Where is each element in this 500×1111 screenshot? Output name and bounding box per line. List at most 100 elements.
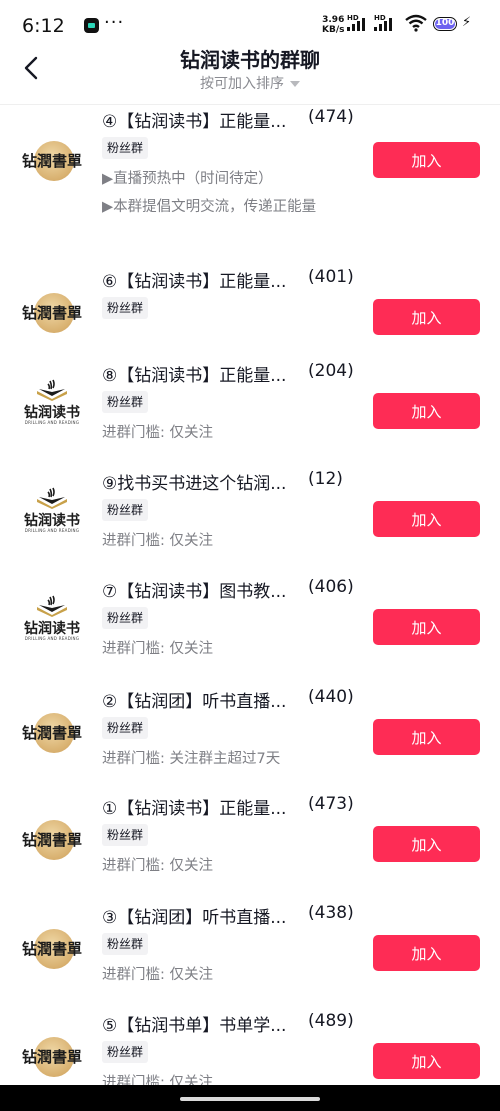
sort-label: 按可加入排序 xyxy=(200,76,284,92)
home-indicator[interactable] xyxy=(180,1097,320,1101)
group-item[interactable]: 钻潤書單 ⑥【钻润读书】正能量... (401) 粉丝群 加入 xyxy=(0,257,500,365)
group-item[interactable]: 钻润读书 DRILLING AND READING ⑦【钻润读书】图书教... (40… xyxy=(0,567,500,675)
fan-group-badge: 粉丝群 xyxy=(102,499,149,521)
join-button[interactable]: 加入 xyxy=(373,826,480,862)
group-title: ①【钻润读书】正能量... (473) xyxy=(102,794,354,819)
avatar-logo-text: 钻潤書單 xyxy=(21,152,82,170)
group-title: ③【钻润团】听书直播... (438) xyxy=(102,903,354,928)
group-name: ③【钻润团】听书直播... xyxy=(102,908,287,928)
group-avatar: 钻潤書單 xyxy=(16,818,88,862)
avatar-logo-subtext: DRILLING AND READING xyxy=(24,528,80,533)
signal-icon-2 xyxy=(374,18,392,31)
network-speed-value: 3.96 xyxy=(322,15,345,25)
join-button[interactable]: 加入 xyxy=(373,1043,480,1079)
avatar-logo-text: 钻潤書單 xyxy=(21,940,82,958)
group-name: ④【钻润读书】正能量... xyxy=(102,112,287,132)
join-button[interactable]: 加入 xyxy=(373,142,480,178)
group-avatar: 钻潤書單 xyxy=(16,927,88,971)
fan-group-badge: 粉丝群 xyxy=(102,137,149,159)
group-name: ⑥【钻润读书】正能量... xyxy=(102,272,287,292)
member-count: (474) xyxy=(308,107,354,127)
fan-group-badge: 粉丝群 xyxy=(102,297,149,319)
member-count: (489) xyxy=(308,1011,354,1031)
group-description: 进群门槛: 仅关注 xyxy=(102,967,213,983)
group-avatar: 钻潤書單 xyxy=(16,139,88,183)
group-avatar: 钻润读书 DRILLING AND READING xyxy=(16,595,88,641)
network-speed-unit: KB/s xyxy=(322,25,345,35)
fan-group-badge: 粉丝群 xyxy=(102,391,149,413)
member-count: (401) xyxy=(308,267,354,287)
group-description: 进群门槛: 仅关注 xyxy=(102,533,213,549)
group-name: ⑦【钻润读书】图书教... xyxy=(102,582,287,602)
member-count: (406) xyxy=(308,577,354,597)
group-item[interactable]: 钻潤書單 ②【钻润团】听书直播... (440) 粉丝群进群门槛: 关注群主超过7天 加… xyxy=(0,677,500,785)
join-button[interactable]: 加入 xyxy=(373,501,480,537)
group-avatar: 钻润读书 DRILLING AND READING xyxy=(16,487,88,533)
avatar-logo-subtext: DRILLING AND READING xyxy=(24,420,80,425)
group-item[interactable]: 钻潤書單 ④【钻润读书】正能量... (474) 粉丝群 ▶直播预热中（时间待定） ▶本群… xyxy=(0,105,500,215)
avatar-logo-text: 钻潤書單 xyxy=(21,1048,82,1066)
group-title: ⑦【钻润读书】图书教... (406) xyxy=(102,577,354,602)
avatar-logo-text: 钻润读书 xyxy=(24,621,80,637)
group-description: 进群门槛: 仅关注 xyxy=(102,641,213,657)
page-title: 钻润读书的群聊 xyxy=(180,48,320,72)
fan-group-badge: 粉丝群 xyxy=(102,607,149,629)
group-name: ⑤【钻润书单】书单学... xyxy=(102,1016,287,1036)
group-description: 进群门槛: 仅关注 xyxy=(102,1075,213,1085)
sort-dropdown[interactable]: 按可加入排序 xyxy=(0,73,500,93)
group-avatar: 钻潤書單 xyxy=(16,291,88,335)
fan-group-badge: 粉丝群 xyxy=(102,1041,149,1063)
book-icon xyxy=(37,379,67,401)
join-button[interactable]: 加入 xyxy=(373,609,480,645)
system-nav-bar xyxy=(0,1085,500,1111)
charging-icon: ⚡ xyxy=(462,15,472,30)
group-title: ⑧【钻润读书】正能量... (204) xyxy=(102,361,354,386)
book-icon xyxy=(37,487,67,509)
group-item[interactable]: 钻潤書單 ①【钻润读书】正能量... (473) 粉丝群进群门槛: 仅关注 加入 xyxy=(0,784,500,892)
avatar-logo-text: 钻潤書單 xyxy=(21,724,82,742)
join-button[interactable]: 加入 xyxy=(373,393,480,429)
join-button[interactable]: 加入 xyxy=(373,299,480,335)
battery-level: 100 xyxy=(435,18,455,28)
group-title: ⑨找书买书进这个钻润... (12) xyxy=(102,469,343,494)
member-count: (440) xyxy=(308,687,354,707)
member-count: (438) xyxy=(308,903,354,923)
book-icon xyxy=(37,595,67,617)
chevron-down-icon xyxy=(290,81,300,87)
avatar-logo-text: 钻潤書單 xyxy=(21,831,82,849)
group-title: ⑤【钻润书单】书单学... (489) xyxy=(102,1011,354,1036)
group-name: ②【钻润团】听书直播... xyxy=(102,692,287,712)
group-description: ▶本群提倡文明交流，传递正能量 xyxy=(102,199,317,215)
header: 钻润读书的群聊 按可加入排序 xyxy=(0,38,500,102)
group-item[interactable]: 钻潤書單 ⑤【钻润书单】书单学... (489) 粉丝群进群门槛: 仅关注 加入 xyxy=(0,1001,500,1085)
fan-group-badge: 粉丝群 xyxy=(102,717,149,739)
group-description: 进群门槛: 仅关注 xyxy=(102,858,213,874)
group-name: ①【钻润读书】正能量... xyxy=(102,799,287,819)
member-count: (12) xyxy=(308,469,343,489)
group-item[interactable]: 钻润读书 DRILLING AND READING ⑧【钻润读书】正能量... (20… xyxy=(0,351,500,459)
join-button[interactable]: 加入 xyxy=(373,935,480,971)
signal-icon xyxy=(347,18,365,31)
group-item[interactable]: 钻润读书 DRILLING AND READING ⑨找书买书进这个钻润... (12… xyxy=(0,459,500,567)
status-time: 6:12 xyxy=(22,15,65,37)
group-description: ▶直播预热中（时间待定） xyxy=(102,171,273,187)
join-button[interactable]: 加入 xyxy=(373,719,480,755)
group-title: ②【钻润团】听书直播... (440) xyxy=(102,687,354,712)
member-count: (473) xyxy=(308,794,354,814)
battery-icon: 100 xyxy=(433,17,457,31)
avatar-logo-text: 钻潤書單 xyxy=(21,304,82,322)
group-name: ⑨找书买书进这个钻润... xyxy=(102,474,287,494)
avatar-logo-subtext: DRILLING AND READING xyxy=(24,636,80,641)
group-avatar: 钻潤書單 xyxy=(16,711,88,755)
wifi-icon xyxy=(405,14,427,32)
group-name: ⑧【钻润读书】正能量... xyxy=(102,366,287,386)
group-title: ⑥【钻润读书】正能量... (401) xyxy=(102,267,354,292)
fan-group-badge: 粉丝群 xyxy=(102,824,149,846)
app-notification-icon xyxy=(84,18,99,33)
group-description: 进群门槛: 仅关注 xyxy=(102,425,213,441)
group-avatar: 钻潤書單 xyxy=(16,1035,88,1079)
avatar-logo-text: 钻润读书 xyxy=(24,513,80,529)
group-item[interactable]: 钻潤書單 ③【钻润团】听书直播... (438) 粉丝群 进群门槛: 仅关注 加入 xyxy=(0,893,500,1001)
group-list: 钻潤書單 ④【钻润读书】正能量... (474) 粉丝群 ▶直播预热中（时间待定） ▶本群… xyxy=(0,105,500,1085)
group-description: 进群门槛: 关注群主超过7天 xyxy=(102,751,281,767)
